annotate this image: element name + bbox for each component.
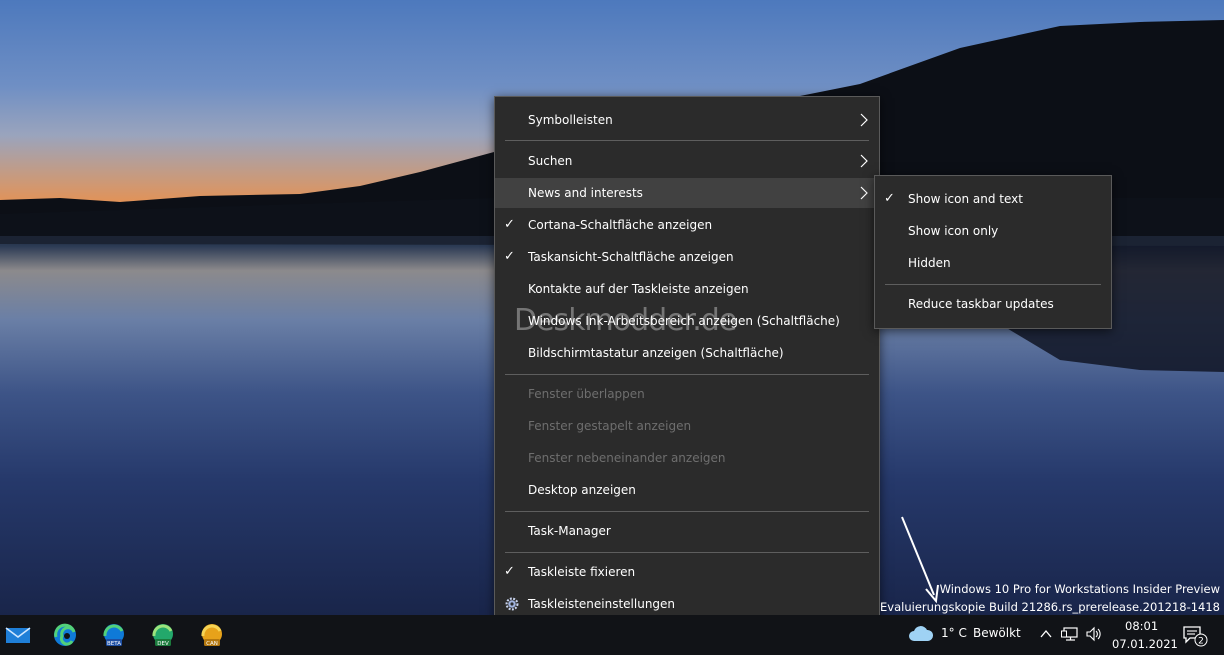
menu-item-label: Suchen xyxy=(528,154,573,168)
menu-item-label: Taskansicht-Schaltfläche anzeigen xyxy=(528,250,734,264)
menu-item-taskleiste-fixieren[interactable]: ✓ Taskleiste fixieren xyxy=(495,557,879,587)
volume-icon[interactable] xyxy=(1085,626,1103,642)
submenu-item-show-icon-only[interactable]: Show icon only xyxy=(875,216,1111,246)
menu-item-task-manager[interactable]: Task-Manager xyxy=(495,516,879,546)
menu-item-label: Taskleiste fixieren xyxy=(528,565,636,579)
menu-separator xyxy=(885,284,1101,285)
mail-icon[interactable] xyxy=(5,622,31,648)
menu-item-news-and-interests[interactable]: News and interests xyxy=(495,178,879,208)
edge-beta-icon[interactable]: BETA xyxy=(101,622,127,648)
badge-canary: CAN xyxy=(206,641,218,647)
taskbar-context-menu: Symbolleisten Suchen News and interests … xyxy=(494,96,880,630)
chevron-right-icon xyxy=(860,154,868,168)
submenu-item-reduce-taskbar-updates[interactable]: Reduce taskbar updates xyxy=(875,289,1111,319)
cloud-icon[interactable] xyxy=(908,623,934,645)
menu-item-cortana[interactable]: ✓ Cortana-Schaltfläche anzeigen xyxy=(495,210,879,240)
clock-time[interactable]: 08:01 xyxy=(1125,619,1158,633)
menu-separator xyxy=(505,374,869,375)
menu-item-fenster-gestapelt: Fenster gestapelt anzeigen xyxy=(495,411,879,441)
menu-item-label: Show icon only xyxy=(908,224,999,238)
menu-item-label: Fenster gestapelt anzeigen xyxy=(528,419,692,433)
notification-count: 2 xyxy=(1198,637,1204,647)
menu-item-label: Kontakte auf der Taskleiste anzeigen xyxy=(528,282,749,296)
menu-item-label: Fenster überlappen xyxy=(528,387,645,401)
menu-item-label: Show icon and text xyxy=(908,192,1023,206)
badge-dev: DEV xyxy=(157,641,169,647)
menu-separator xyxy=(505,552,869,553)
menu-item-label: News and interests xyxy=(528,186,643,200)
menu-item-suchen[interactable]: Suchen xyxy=(495,146,879,176)
menu-item-label: Symbolleisten xyxy=(528,113,613,127)
badge-beta: BETA xyxy=(107,641,121,647)
chevron-right-icon xyxy=(860,113,868,127)
menu-item-taskansicht[interactable]: ✓ Taskansicht-Schaltfläche anzeigen xyxy=(495,242,879,272)
annotation-arrow-icon xyxy=(901,516,939,604)
menu-separator xyxy=(505,511,869,512)
chevron-up-icon[interactable] xyxy=(1039,628,1053,640)
weather-condition[interactable]: Bewölkt xyxy=(973,626,1021,640)
menu-item-fenster-nebeneinander: Fenster nebeneinander anzeigen xyxy=(495,443,879,473)
menu-item-windows-ink[interactable]: Windows Ink-Arbeitsbereich anzeigen (Sch… xyxy=(495,306,879,336)
menu-item-fenster-ueberlappen: Fenster überlappen xyxy=(495,379,879,409)
submenu-item-show-icon-and-text[interactable]: ✓ Show icon and text xyxy=(875,184,1111,214)
menu-item-label: Windows Ink-Arbeitsbereich anzeigen (Sch… xyxy=(528,314,840,328)
checkmark-icon: ✓ xyxy=(504,249,515,264)
menu-item-label: Bildschirmtastatur anzeigen (Schaltfläch… xyxy=(528,346,784,360)
menu-item-desktop-anzeigen[interactable]: Desktop anzeigen xyxy=(495,475,879,505)
menu-item-label: Desktop anzeigen xyxy=(528,483,636,497)
menu-item-label: Reduce taskbar updates xyxy=(908,297,1054,311)
edge-dev-icon[interactable]: DEV xyxy=(150,622,176,648)
notification-icon[interactable]: 2 xyxy=(1182,625,1208,647)
edge-icon[interactable] xyxy=(52,622,78,648)
menu-item-label: Hidden xyxy=(908,256,951,270)
menu-item-label: Fenster nebeneinander anzeigen xyxy=(528,451,726,465)
menu-item-label: Task-Manager xyxy=(528,524,611,538)
menu-item-label: Cortana-Schaltfläche anzeigen xyxy=(528,218,713,232)
menu-item-label: Taskleisteneinstellungen xyxy=(528,597,676,611)
checkmark-icon: ✓ xyxy=(504,564,515,579)
news-interests-submenu: ✓ Show icon and text Show icon only Hidd… xyxy=(874,175,1112,329)
menu-item-bildschirmtastatur[interactable]: Bildschirmtastatur anzeigen (Schaltfläch… xyxy=(495,338,879,368)
edge-canary-icon[interactable]: CAN xyxy=(199,622,225,648)
gear-icon xyxy=(505,597,519,611)
weather-temperature[interactable]: 1° C xyxy=(941,626,967,640)
submenu-item-hidden[interactable]: Hidden xyxy=(875,248,1111,278)
checkmark-icon: ✓ xyxy=(504,217,515,232)
network-icon[interactable] xyxy=(1061,626,1079,642)
menu-item-symbolleisten[interactable]: Symbolleisten xyxy=(495,105,879,135)
checkmark-icon: ✓ xyxy=(884,191,895,206)
menu-separator xyxy=(505,140,869,141)
chevron-right-icon xyxy=(860,186,868,200)
menu-item-kontakte[interactable]: Kontakte auf der Taskleiste anzeigen xyxy=(495,274,879,304)
clock-date[interactable]: 07.01.2021 xyxy=(1112,637,1178,651)
